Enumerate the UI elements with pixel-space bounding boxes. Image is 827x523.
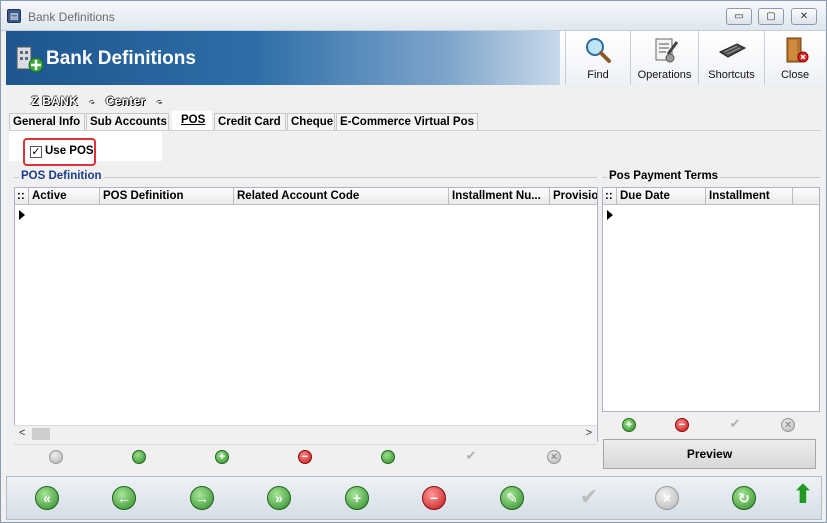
tab-general-info[interactable]: General Info xyxy=(9,113,85,131)
first-record-icon[interactable]: « xyxy=(35,486,59,510)
pos-payment-terms-title: Pos Payment Terms xyxy=(607,170,721,182)
close-label: Close xyxy=(780,69,810,81)
toolbar: Find Operations Shortcuts Close xyxy=(560,31,825,85)
pos-cancel-button[interactable]: × xyxy=(547,450,561,464)
scroll-left-arrow[interactable]: < xyxy=(19,427,25,439)
save-record-icon[interactable]: ✔ xyxy=(577,486,601,510)
column-provision[interactable]: Provisio xyxy=(550,188,597,205)
caption-separator: - xyxy=(89,94,95,108)
record-caption: Z BANK - Center - xyxy=(31,94,169,108)
column-due-date[interactable]: Due Date xyxy=(617,188,706,205)
bank-building-icon xyxy=(16,46,44,73)
shortcuts-label: Shortcuts xyxy=(708,69,755,81)
pos-delete-button[interactable]: − xyxy=(298,450,312,464)
current-row-indicator xyxy=(607,210,613,220)
pos-definition-grid[interactable]: :: Active POS Definition Related Account… xyxy=(14,187,598,442)
caption-separator: - xyxy=(157,94,162,108)
page-title: Bank Definitions xyxy=(46,48,196,69)
use-pos-label[interactable]: Use POS xyxy=(45,145,94,157)
branch-name: Center xyxy=(105,94,146,108)
cancel-record-icon[interactable]: × xyxy=(655,486,679,510)
pos-add-button[interactable]: + xyxy=(215,450,229,464)
terms-cancel-button[interactable]: × xyxy=(781,418,795,432)
payment-terms-grid-header: :: Due Date Installment xyxy=(603,188,819,205)
bank-name: Z BANK xyxy=(31,94,79,108)
bank-app-icon: ▤ xyxy=(7,9,21,23)
close-window-button[interactable]: ✕ xyxy=(791,8,817,25)
terms-save-check-icon[interactable]: ✔ xyxy=(728,417,742,431)
maximize-button[interactable]: ▢ xyxy=(758,8,784,25)
pos-edit-button[interactable] xyxy=(381,450,395,464)
column-active[interactable]: Active xyxy=(29,188,100,205)
bottom-navigation-bar: « ← → » + − ✎ ✔ × ↻ ⬆ xyxy=(6,476,822,520)
terms-add-button[interactable]: + xyxy=(622,418,636,432)
title-bar: ▤ Bank Definitions ▭ ▢ ✕ xyxy=(1,1,826,31)
column-installment-number[interactable]: Installment Nu... xyxy=(449,188,550,205)
magnifier-icon xyxy=(586,38,611,63)
header-banner: Bank Definitions xyxy=(6,31,560,85)
refresh-icon[interactable]: ↻ xyxy=(732,486,756,510)
terms-delete-button[interactable]: − xyxy=(675,418,689,432)
pos-previous-button[interactable] xyxy=(132,450,146,464)
operations-icon xyxy=(655,38,678,63)
window-title: Bank Definitions xyxy=(28,10,115,24)
use-pos-checkbox-highlight[interactable]: ✓ Use POS xyxy=(23,138,96,166)
pos-definition-grid-header: :: Active POS Definition Related Account… xyxy=(15,188,597,205)
current-row-indicator xyxy=(19,210,25,220)
edit-record-icon[interactable]: ✎ xyxy=(500,486,524,510)
column-installment[interactable]: Installment xyxy=(706,188,793,205)
pos-definition-actions: + − ✔ × xyxy=(14,444,597,469)
tab-credit-card[interactable]: Credit Card xyxy=(214,113,286,131)
column-chooser[interactable]: :: xyxy=(15,188,29,205)
scroll-right-arrow[interactable]: > xyxy=(586,427,592,439)
previous-record-icon[interactable]: ← xyxy=(112,486,136,510)
tab-cheque[interactable]: Cheque xyxy=(287,113,335,131)
find-button[interactable]: Find xyxy=(565,31,630,85)
last-record-icon[interactable]: » xyxy=(267,486,291,510)
pos-definition-hscrollbar[interactable]: < > xyxy=(14,425,597,442)
shortcuts-button[interactable]: Shortcuts xyxy=(698,31,764,85)
pos-save-check-icon[interactable]: ✔ xyxy=(464,449,478,463)
exit-door-icon xyxy=(786,37,809,63)
pos-definition-title: POS Definition xyxy=(19,170,104,182)
pos-first-record-button[interactable] xyxy=(49,450,63,464)
close-button[interactable]: Close xyxy=(764,31,825,85)
operations-button[interactable]: Operations xyxy=(630,31,698,85)
scroll-thumb[interactable] xyxy=(32,428,50,440)
tab-pos[interactable]: POS xyxy=(172,111,212,131)
pos-payment-terms-grid[interactable]: :: Due Date Installment xyxy=(602,187,820,412)
keyboard-icon xyxy=(718,43,746,58)
preview-button[interactable]: Preview xyxy=(603,439,816,469)
column-chooser[interactable]: :: xyxy=(603,188,617,205)
find-label: Find xyxy=(587,69,609,81)
bank-definitions-window: ▤ Bank Definitions ▭ ▢ ✕ Bank Definition… xyxy=(0,0,827,523)
next-record-icon[interactable]: → xyxy=(190,486,214,510)
tab-e-commerce-virtual-pos[interactable]: E-Commerce Virtual Pos xyxy=(336,113,478,131)
payment-terms-actions: + − ✔ × xyxy=(602,413,820,438)
delete-record-icon[interactable]: − xyxy=(422,486,446,510)
tab-sub-accounts[interactable]: Sub Accounts xyxy=(86,113,169,131)
use-pos-checkbox[interactable]: ✓ xyxy=(30,146,42,158)
column-pos-definition[interactable]: POS Definition xyxy=(100,188,234,205)
add-record-icon[interactable]: + xyxy=(345,486,369,510)
up-arrow-icon[interactable]: ⬆ xyxy=(791,481,815,507)
operations-label: Operations xyxy=(637,69,692,81)
column-related-account-code[interactable]: Related Account Code xyxy=(234,188,449,205)
minimize-button[interactable]: ▭ xyxy=(726,8,752,25)
